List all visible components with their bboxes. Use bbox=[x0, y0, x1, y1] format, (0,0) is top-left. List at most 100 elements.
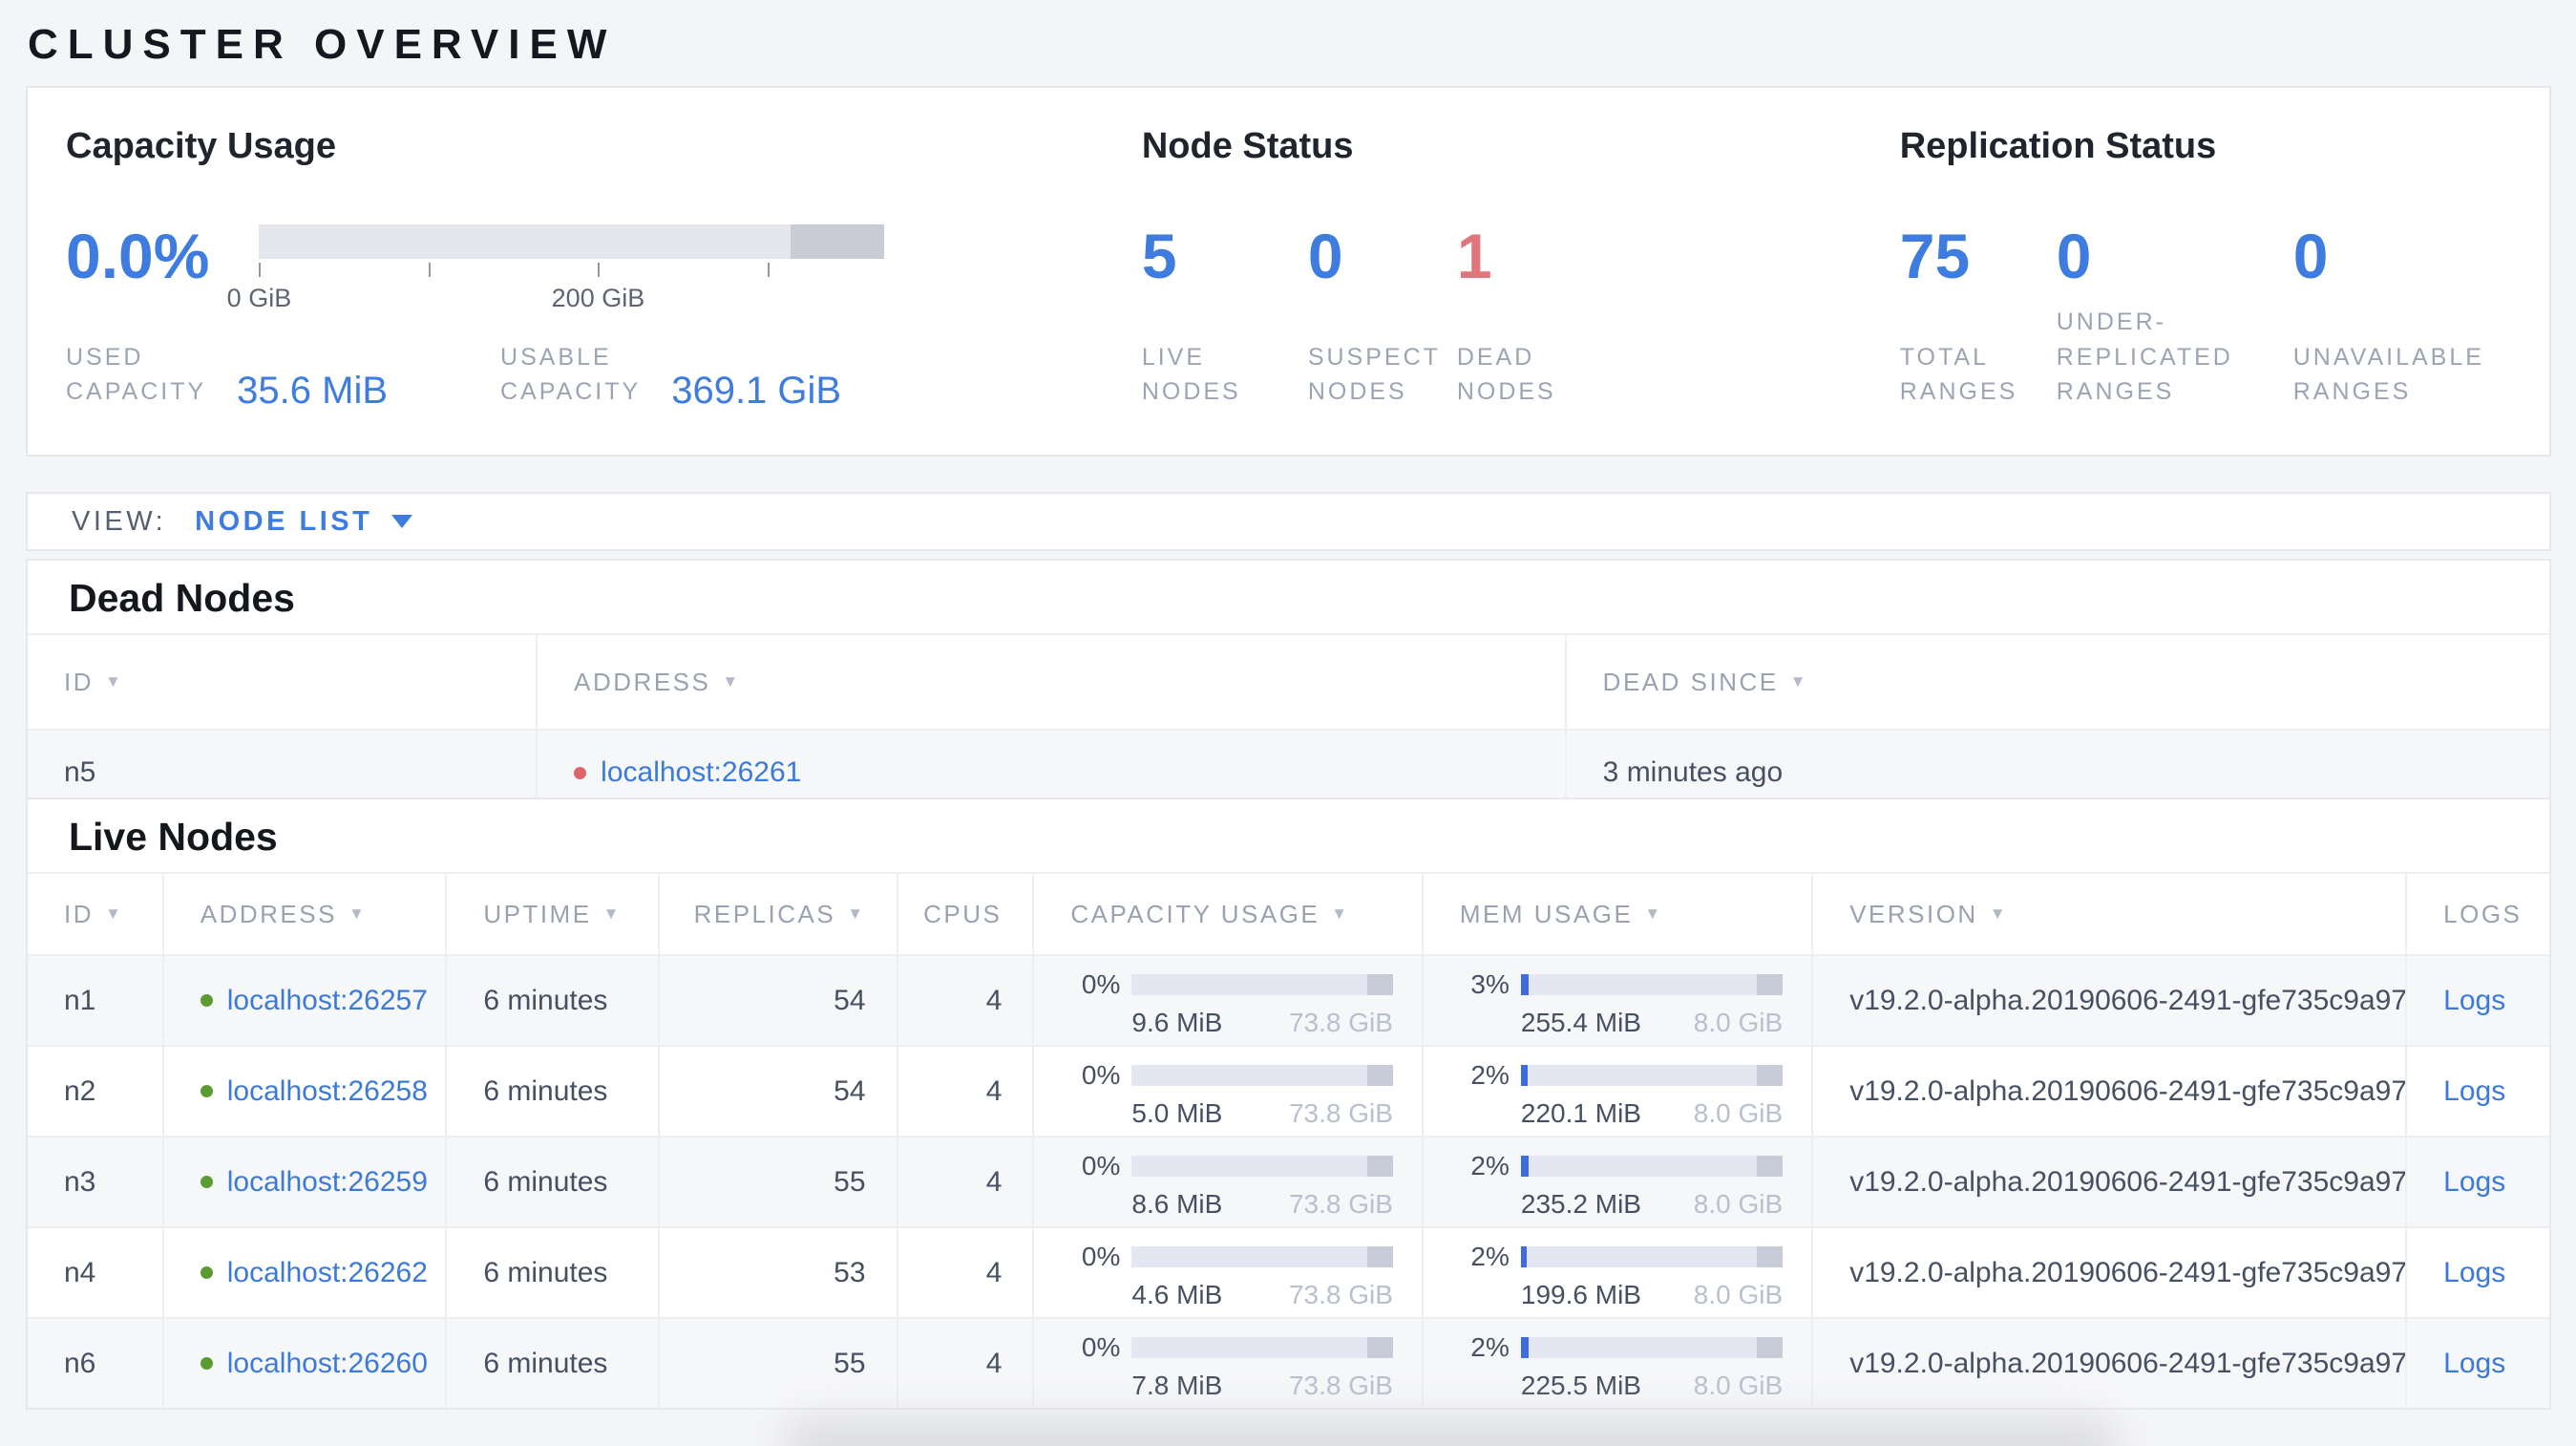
live-node-id-cell: n2 bbox=[28, 1047, 162, 1136]
capacity-usage-bar-row: 0% bbox=[1070, 969, 1422, 1000]
dead-column-header-dead-since[interactable]: DEAD SINCE ▼ bbox=[1564, 635, 2549, 729]
logs-cell: Logs bbox=[2405, 1319, 2549, 1408]
capacity-usage-total-value: 73.8 GiB bbox=[1288, 1008, 1393, 1037]
dead-column-header-id[interactable]: ID ▼ bbox=[28, 635, 536, 729]
node-address-link[interactable]: localhost:26258 bbox=[227, 1075, 428, 1108]
cpus-cell: 4 bbox=[896, 1047, 1033, 1136]
mem-usage: 2% 199.6 MiB 8.0 GiB bbox=[1421, 1228, 1811, 1317]
logs-link[interactable]: Logs bbox=[2443, 1075, 2505, 1108]
live-column-header-uptime[interactable]: UPTIME ▼ bbox=[445, 874, 658, 954]
usable-capacity-stat: USABLE CAPACITY 369.1 GiB bbox=[500, 340, 842, 413]
version-cell: v19.2.0-alpha.20190606-2491-gfe735c9a97 bbox=[1811, 956, 2405, 1045]
uptime-cell: 6 minutes bbox=[445, 1319, 658, 1408]
live-node-row: n1 localhost:26257 6 minutes 54 4 0% 9.6 MiB 73… bbox=[28, 954, 2549, 1045]
live-node-id-cell: n4 bbox=[28, 1228, 162, 1317]
capacity-usage-bar-track bbox=[1131, 1156, 1393, 1177]
capacity-axis-labels: 0 GiB 200 GiB bbox=[227, 284, 884, 312]
live-node-row: n2 localhost:26258 6 minutes 54 4 0% 5.0 MiB 73… bbox=[28, 1045, 2549, 1136]
logs-cell: Logs bbox=[2405, 1047, 2549, 1136]
sort-desc-icon: ▼ bbox=[1331, 904, 1350, 923]
node-id: n1 bbox=[64, 984, 96, 1016]
mem-usage-bar-track bbox=[1520, 1337, 1784, 1358]
view-dropdown[interactable]: NODE LIST bbox=[195, 505, 413, 538]
node-address-link[interactable]: localhost:26257 bbox=[227, 985, 428, 1017]
mem-usage-bar-fill bbox=[1520, 1156, 1529, 1177]
cluster-overview-page: CLUSTER OVERVIEW Capacity Usage 0.0% 0 G… bbox=[0, 0, 2576, 1446]
mem-usage-total-value: 8.0 GiB bbox=[1693, 1280, 1784, 1309]
mem-usage-total-value: 8.0 GiB bbox=[1693, 1008, 1784, 1037]
node-address-link[interactable]: localhost:26262 bbox=[227, 1257, 428, 1289]
column-header-label: ADDRESS bbox=[200, 899, 337, 928]
column-header-label: ID bbox=[64, 899, 94, 928]
mem-usage-percent: 2% bbox=[1470, 1332, 1510, 1362]
live-node-address-cell: localhost:26257 bbox=[161, 956, 446, 1045]
node-address-link[interactable]: localhost:26261 bbox=[601, 756, 801, 789]
mem-usage-values: 235.2 MiB 8.0 GiB bbox=[1521, 1189, 1783, 1220]
node-address-link[interactable]: localhost:26259 bbox=[227, 1166, 428, 1199]
capacity-usage-percent: 0% bbox=[1081, 1242, 1121, 1271]
live-column-header-address[interactable]: ADDRESS ▼ bbox=[161, 874, 446, 954]
sort-desc-icon: ▼ bbox=[105, 672, 124, 691]
live-nodes-label: LIVE NODES bbox=[1141, 343, 1241, 405]
live-node-dot-icon bbox=[200, 1176, 213, 1188]
mem-usage-bar-fill bbox=[1520, 1246, 1528, 1267]
total-ranges-count: 75 bbox=[1899, 221, 1971, 291]
sort-desc-icon: ▼ bbox=[1789, 672, 1808, 691]
view-selected-value: NODE LIST bbox=[195, 505, 373, 537]
logs-link[interactable]: Logs bbox=[2443, 985, 2505, 1017]
capacity-usage-bar-row: 0% bbox=[1070, 1060, 1422, 1091]
logs-link[interactable]: Logs bbox=[2443, 1166, 2505, 1199]
suspect-nodes-count: 0 bbox=[1307, 221, 1343, 291]
mem-usage-bar-row: 3% bbox=[1460, 969, 1811, 1000]
live-node-dot-icon bbox=[200, 1266, 213, 1279]
mem-usage: 2% 225.5 MiB 8.0 GiB bbox=[1421, 1319, 1811, 1408]
node-address-link[interactable]: localhost:26260 bbox=[227, 1348, 428, 1380]
capacity-usage-values: 4.6 MiB 73.8 GiB bbox=[1131, 1280, 1393, 1310]
logs-link[interactable]: Logs bbox=[2443, 1257, 2505, 1289]
under-replicated-ranges-stat: 0 UNDER- REPLICATED RANGES bbox=[2057, 224, 2293, 409]
capacity-usage-bar-other-segment bbox=[1366, 1065, 1393, 1086]
live-column-header-replicas[interactable]: REPLICAS ▼ bbox=[657, 874, 897, 954]
logs-link[interactable]: Logs bbox=[2443, 1348, 2505, 1380]
column-header-label: DEAD SINCE bbox=[1602, 667, 1779, 696]
node-status-panel: Node Status 5 LIVE NODES 0 SUSPECT NODES… bbox=[1142, 126, 1900, 409]
live-column-header-id[interactable]: ID ▼ bbox=[28, 874, 162, 954]
capacity-usage-used-value: 4.6 MiB bbox=[1131, 1280, 1223, 1309]
cpus-cell: 4 bbox=[896, 956, 1033, 1045]
mem-usage-total-value: 8.0 GiB bbox=[1693, 1189, 1784, 1219]
view-selector-bar: VIEW: NODE LIST bbox=[26, 492, 2551, 551]
axis-tick bbox=[767, 263, 770, 277]
usable-capacity-value: 369.1 GiB bbox=[671, 370, 842, 412]
mem-usage-values: 220.1 MiB 8.0 GiB bbox=[1521, 1098, 1783, 1129]
logs-cell: Logs bbox=[2405, 1138, 2549, 1226]
capacity-usage-bar-other-segment bbox=[1366, 1156, 1393, 1177]
live-column-header-mem-usage[interactable]: MEM USAGE ▼ bbox=[1421, 874, 1811, 954]
sort-desc-icon: ▼ bbox=[722, 672, 741, 691]
live-column-header-version[interactable]: VERSION ▼ bbox=[1811, 874, 2405, 954]
capacity-usage-used-value: 5.0 MiB bbox=[1131, 1098, 1223, 1128]
mem-usage-bar-row: 2% bbox=[1460, 1060, 1811, 1091]
capacity-usage-bar-row: 0% bbox=[1070, 1242, 1422, 1272]
used-capacity-value: 35.6 MiB bbox=[237, 370, 389, 412]
capacity-usage-bar-other-segment bbox=[1366, 974, 1393, 995]
mem-usage: 3% 255.4 MiB 8.0 GiB bbox=[1421, 956, 1811, 1045]
live-node-address-cell: localhost:26258 bbox=[161, 1047, 446, 1136]
node-id: n3 bbox=[64, 1165, 96, 1198]
dead-column-header-address[interactable]: ADDRESS ▼ bbox=[536, 635, 1565, 729]
node-id: n6 bbox=[64, 1347, 96, 1379]
sort-desc-icon: ▼ bbox=[602, 904, 622, 923]
dead-nodes-heading: Dead Nodes bbox=[69, 576, 295, 620]
mem-usage-bar-other-segment bbox=[1756, 1156, 1784, 1177]
live-node-dot-icon bbox=[200, 1357, 213, 1370]
mem-usage-used-value: 225.5 MiB bbox=[1520, 1371, 1641, 1400]
column-header-label: CAPACITY USAGE bbox=[1070, 899, 1320, 928]
live-column-header-capacity-usage[interactable]: CAPACITY USAGE ▼ bbox=[1032, 874, 1422, 954]
sort-desc-icon: ▼ bbox=[105, 904, 124, 923]
replicas-cell: 54 bbox=[657, 1047, 897, 1136]
mem-usage-values: 225.5 MiB 8.0 GiB bbox=[1521, 1371, 1783, 1401]
capacity-usage-bar-row: 0% bbox=[1070, 1151, 1422, 1181]
capacity-usage-values: 7.8 MiB 73.8 GiB bbox=[1131, 1371, 1393, 1401]
capacity-usage-bar-other-segment bbox=[1366, 1337, 1393, 1358]
live-nodes-count: 5 bbox=[1141, 221, 1177, 291]
live-nodes-table-body: n1 localhost:26257 6 minutes 54 4 0% 9.6 MiB 73… bbox=[28, 954, 2549, 1408]
